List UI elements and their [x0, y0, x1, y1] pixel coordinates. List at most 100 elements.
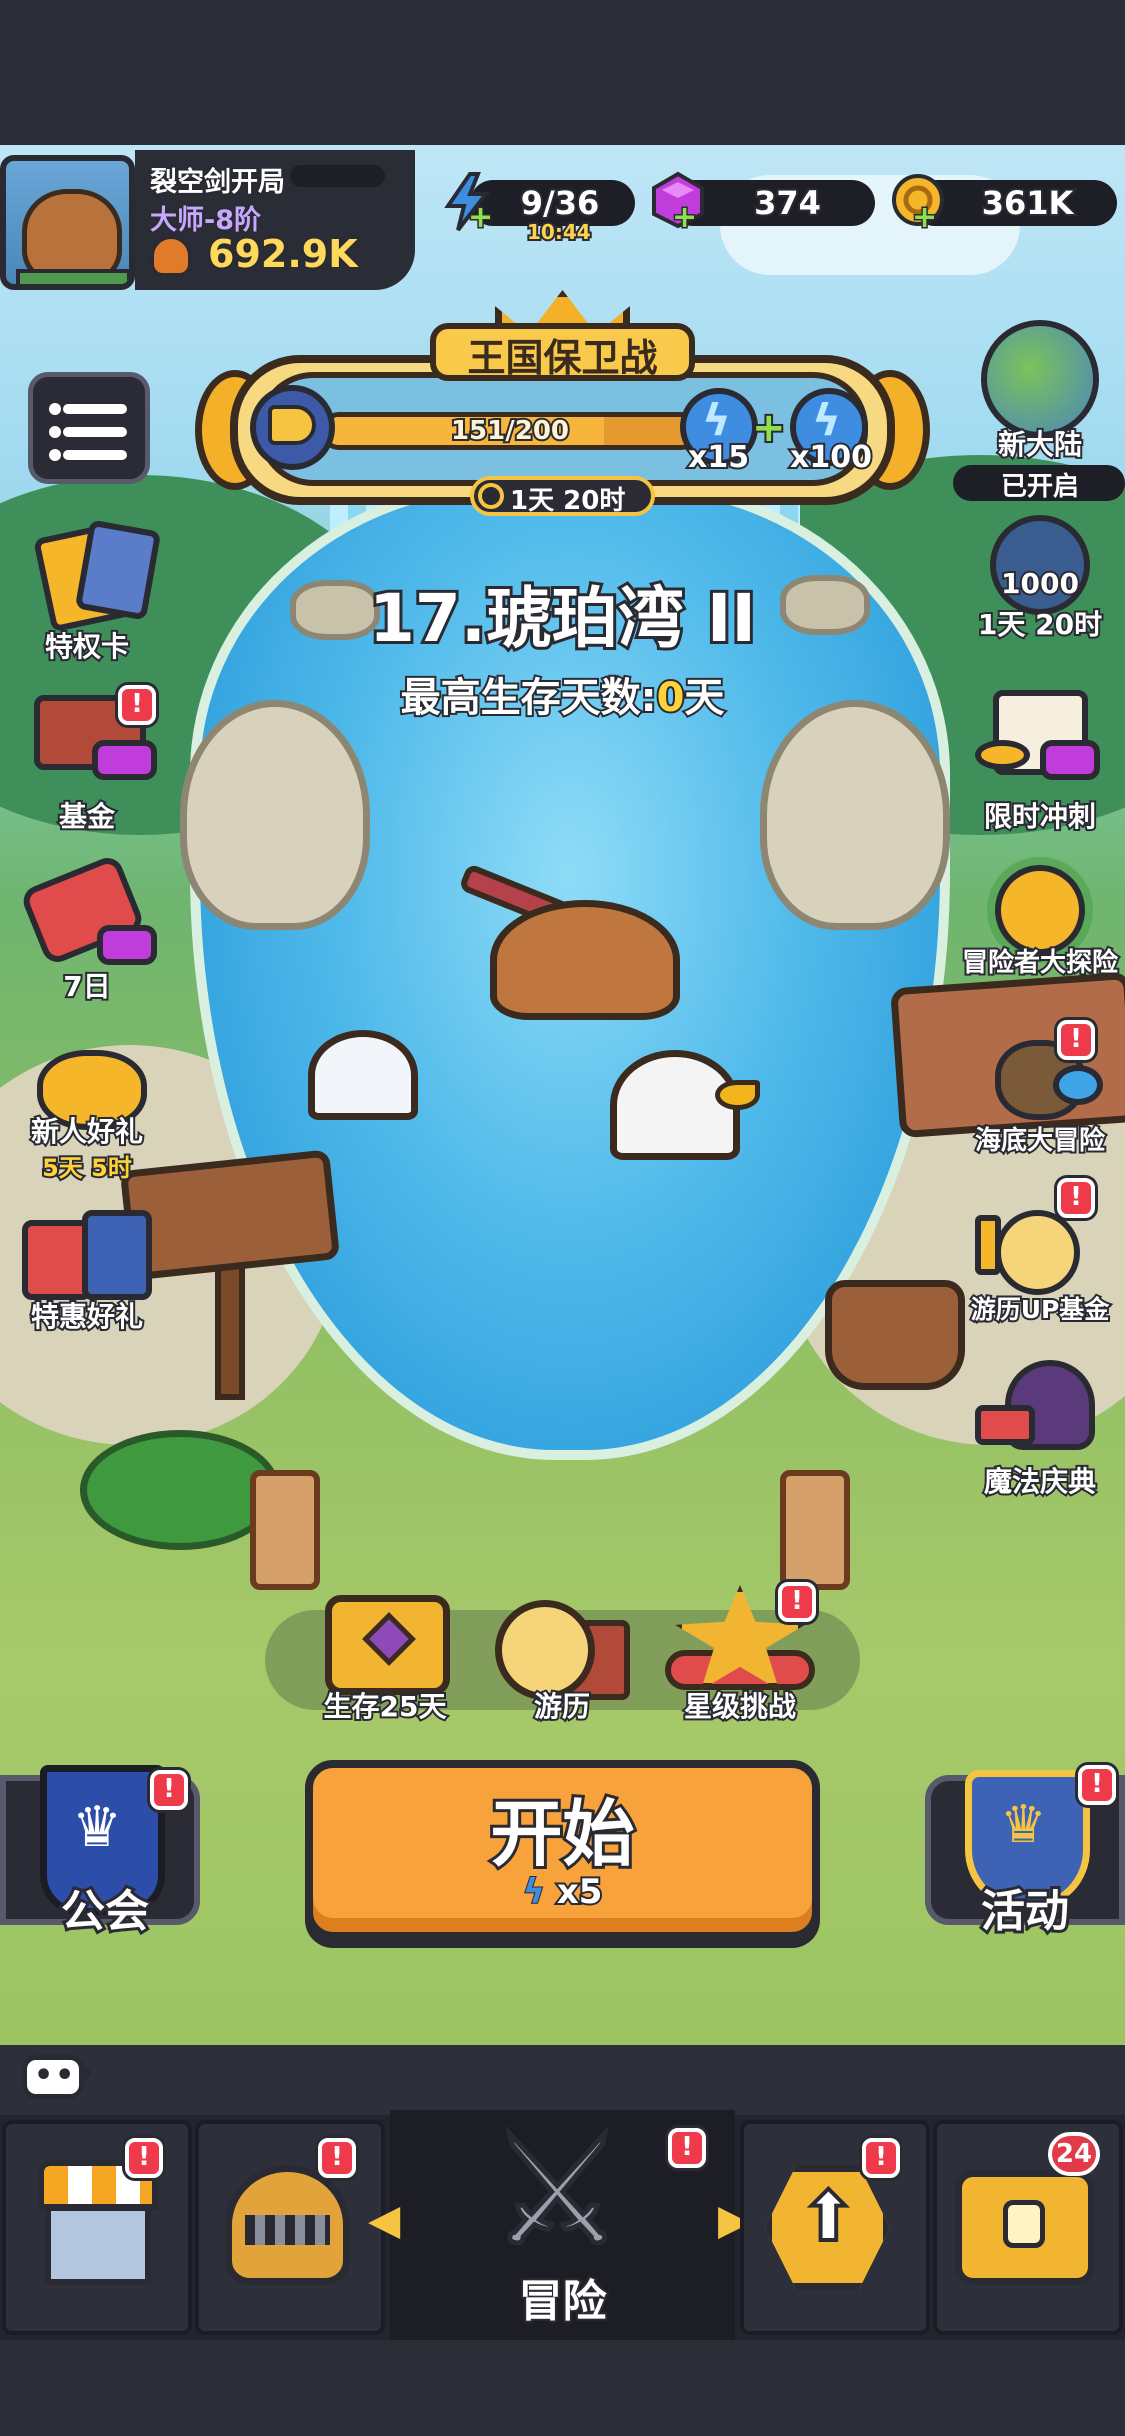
- gem-icon: [1040, 740, 1100, 780]
- undersea-adventure-button[interactable]: ! 海底大冒险: [965, 1020, 1115, 1170]
- compass-icon: [995, 1210, 1080, 1295]
- activity-label: 活动: [978, 1883, 1072, 1940]
- new-continent-button[interactable]: 新大陆 已开启: [953, 315, 1125, 502]
- stopwatch-icon: [478, 483, 504, 509]
- best-label: 最高生存天数:: [399, 673, 659, 723]
- shop-body: [45, 2205, 151, 2285]
- alert-badge: !: [1057, 1178, 1095, 1218]
- privilege-card-button[interactable]: 特权卡: [12, 519, 162, 670]
- potion-barrel: [825, 1280, 965, 1390]
- side-label: 特惠好礼: [29, 1298, 145, 1335]
- best-unit: 天: [682, 673, 726, 723]
- bolt-icon: ϟ: [522, 1871, 557, 1913]
- gem-icon: [97, 925, 157, 965]
- alert-badge: !: [125, 2138, 163, 2178]
- alert-badge: !: [150, 1770, 188, 1810]
- event-timer: 1天 20时: [510, 486, 626, 516]
- bolt-icon: ϟ: [812, 395, 842, 446]
- limited-sprint-button[interactable]: 限时冲刺: [965, 685, 1115, 835]
- side-label: 海底大冒险: [973, 1124, 1107, 1158]
- side-label: 基金: [57, 798, 117, 835]
- alert-badge: !: [1078, 1765, 1116, 1805]
- best-value: 0: [655, 673, 687, 723]
- bolt-icon: ϟ: [702, 395, 732, 446]
- gift-box-icon: [82, 1210, 152, 1300]
- side-timer: 1天 20时: [976, 606, 1104, 643]
- capybara-hero: [490, 900, 680, 1020]
- stone-lantern: [250, 1470, 320, 1590]
- magic-festival-button[interactable]: 魔法庆典: [965, 1355, 1115, 1505]
- travel-label: 游历: [532, 1688, 592, 1725]
- travel-up-fund-button[interactable]: ! 游历UP基金: [965, 1178, 1115, 1340]
- capybara-statue-right: [760, 700, 950, 930]
- side-label: 7日: [61, 968, 112, 1005]
- energy-value: 9/36: [519, 182, 601, 224]
- side-label: 冒险者大探险: [960, 946, 1120, 980]
- special-gift-button[interactable]: 特惠好礼: [12, 1205, 162, 1355]
- chest-count-badge: 24: [1048, 2132, 1100, 2176]
- side-label: 新大陆: [996, 426, 1084, 463]
- survive-reward-label: 生存25天: [322, 1688, 449, 1725]
- menu-button[interactable]: [28, 372, 150, 484]
- plus-icon: +: [750, 403, 787, 453]
- home-indicator-area: [0, 2340, 1125, 2436]
- nav-adventure-label: 冒险: [517, 2274, 609, 2329]
- fund-button[interactable]: ! 基金: [12, 685, 162, 835]
- eagle-beak: [715, 1080, 760, 1110]
- tower-1000-button[interactable]: 1000 1天 20时: [965, 510, 1115, 650]
- stone-lantern: [780, 1470, 850, 1590]
- side-timer: 5天 5时: [40, 1152, 134, 1184]
- side-label: 限时冲刺: [982, 798, 1098, 835]
- seven-day-button[interactable]: 7日: [12, 853, 162, 1005]
- gem-icon: [92, 740, 157, 780]
- start-cost-value: x5: [555, 1870, 605, 1914]
- arrow-left-icon: ◀: [368, 2195, 401, 2244]
- power-icon: [150, 235, 192, 277]
- capybara-statue-left: [180, 700, 370, 930]
- coin-value: 361K: [980, 182, 1076, 224]
- alert-badge: !: [668, 2128, 706, 2168]
- side-label: 魔法庆典: [982, 1463, 1098, 1500]
- name-bar: [290, 165, 385, 187]
- crown-icon: ♛: [72, 1795, 123, 1860]
- scarf: [16, 269, 129, 284]
- helmet-visor: [245, 2215, 330, 2245]
- status-area: [0, 0, 1125, 145]
- side-label: 新人好礼: [29, 1113, 145, 1150]
- bubble-icon: [1053, 1065, 1103, 1105]
- star-challenge-label: 星级挑战: [682, 1688, 798, 1725]
- reward-multiplier: x15: [686, 438, 751, 477]
- up-arrow-icon: ⬆: [798, 2176, 859, 2259]
- chat-dots: •••: [34, 2058, 98, 2093]
- player-power: 692.9K: [206, 230, 360, 278]
- crown-icon: ♛: [1000, 1795, 1047, 1855]
- side-label: 1000: [999, 565, 1081, 602]
- alert-badge: !: [318, 2138, 356, 2178]
- alert-badge: !: [862, 2138, 900, 2178]
- rock-tower-icon: [990, 515, 1090, 615]
- up-arrow-icon: [975, 1215, 1001, 1275]
- gem-value: 374: [752, 182, 823, 224]
- alert-badge: !: [1057, 1020, 1095, 1060]
- side-label: 游历UP基金: [969, 1293, 1112, 1326]
- coin-plus-icon[interactable]: +: [911, 201, 939, 234]
- lock-icon: [1003, 2200, 1045, 2248]
- coin-icon: [975, 740, 1030, 770]
- side-status: 已开启: [1000, 472, 1079, 502]
- gem-plus-icon[interactable]: +: [671, 201, 699, 234]
- reward-multiplier: x100: [788, 438, 874, 477]
- horn-icon: [268, 405, 316, 445]
- energy-timer: 10:44: [525, 218, 593, 246]
- side-label: 特权卡: [43, 628, 131, 665]
- planet-icon: [981, 320, 1099, 438]
- newbie-gift-button[interactable]: 新人好礼 5天 5时: [12, 1030, 162, 1200]
- crossed-swords-icon: ⚔: [487, 2103, 627, 2282]
- treasure-chest-icon: [975, 1405, 1035, 1445]
- adventurer-explore-button[interactable]: 冒险者大探险: [960, 860, 1120, 1010]
- start-label: 开始: [487, 1789, 637, 1879]
- player-name: 裂空剑开局: [148, 165, 287, 200]
- start-cost: ϟ x5: [305, 1870, 820, 1914]
- guild-label: 公会: [58, 1883, 152, 1940]
- event-progress-text: 151/200: [449, 414, 571, 448]
- player-avatar[interactable]: [0, 155, 135, 290]
